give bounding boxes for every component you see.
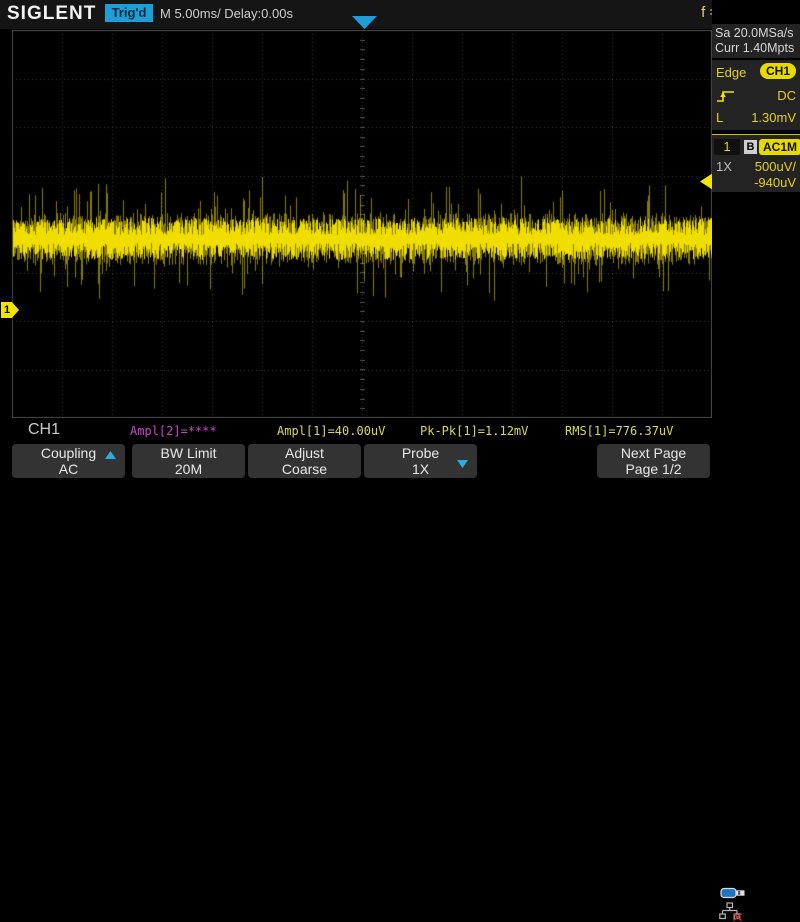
probe-attenuation-label: 1X <box>716 159 732 174</box>
bw-limit-button-label: BW Limit <box>132 445 245 461</box>
next-page-button-value: Page 1/2 <box>597 461 710 477</box>
oscilloscope-screen: { "brand": "SIGLENT", "top_bar": { "trig… <box>0 0 800 480</box>
adjust-button-value: Coarse <box>248 461 361 477</box>
waveform-canvas <box>0 30 712 418</box>
sample-rate: Sa 20.0MSa/s <box>715 26 794 40</box>
adjust-button[interactable]: Adjust Coarse <box>248 444 361 478</box>
probe-button-label: Probe <box>364 445 477 461</box>
next-page-button[interactable]: Next Page Page 1/2 <box>597 444 710 478</box>
trigger-status-badge: Trig'd <box>105 4 153 22</box>
rising-edge-icon <box>716 88 736 104</box>
bw-limit-button-value: 20M <box>132 461 245 477</box>
timebase-readout: M 5.00ms/ Delay:0.00s <box>160 6 293 21</box>
trigger-level-value: 1.30mV <box>751 110 796 125</box>
waveform-display-area <box>0 30 712 418</box>
channel-offset-readout: -940uV <box>754 175 796 190</box>
softkey-menu-bar: Coupling AC BW Limit 20M Adjust Coarse P… <box>0 442 800 480</box>
acquisition-info-box: Sa 20.0MSa/s Curr 1.40Mpts <box>712 24 800 58</box>
coupling-button[interactable]: Coupling AC <box>12 444 125 478</box>
trigger-type-label: Edge <box>716 65 746 80</box>
channel-number-tile: 1 <box>714 139 740 155</box>
measurement-pkpk1: Pk-Pk[1]=1.12mV <box>420 424 528 438</box>
top-status-bar: SIGLENT Trig'd M 5.00ms/ Delay:0.00s f =… <box>0 0 800 29</box>
channel-coupling-badge: AC1M <box>759 139 800 155</box>
probe-button[interactable]: Probe 1X <box>364 444 477 478</box>
measurement-ampl2: Ampl[2]=**** <box>130 424 217 438</box>
memory-depth: Curr 1.40Mpts <box>715 41 794 55</box>
brand-logo: SIGLENT <box>7 3 96 25</box>
usb-icon <box>720 886 746 900</box>
measurement-channel-label: CH1 <box>28 421 60 439</box>
channel-info-box[interactable]: 1 B AC1M 1X 500uV/ -940uV <box>712 134 800 192</box>
trigger-coupling-label: DC <box>777 88 796 103</box>
bw-limit-button[interactable]: BW Limit 20M <box>132 444 245 478</box>
trigger-source-badge: CH1 <box>760 63 796 79</box>
volts-per-div-readout: 500uV/ <box>755 159 796 174</box>
trigger-level-label: L <box>716 110 723 125</box>
bandwidth-limit-badge: B <box>744 140 757 154</box>
measurement-bar: CH1 Ampl[2]=**** Ampl[1]=40.00uV Pk-Pk[1… <box>0 418 712 442</box>
measurement-rms1: RMS[1]=776.37uV <box>565 424 673 438</box>
adjust-button-label: Adjust <box>248 445 361 461</box>
lan-disconnected-icon <box>718 902 744 921</box>
next-page-button-label: Next Page <box>597 445 710 461</box>
right-info-panel: Sa 20.0MSa/s Curr 1.40Mpts Edge CH1 DC L… <box>712 0 800 480</box>
status-icons <box>718 885 798 922</box>
measurement-ampl1: Ampl[1]=40.00uV <box>277 424 385 438</box>
trigger-info-box[interactable]: Edge CH1 DC L 1.30mV <box>712 60 800 130</box>
coupling-button-value: AC <box>12 461 125 477</box>
